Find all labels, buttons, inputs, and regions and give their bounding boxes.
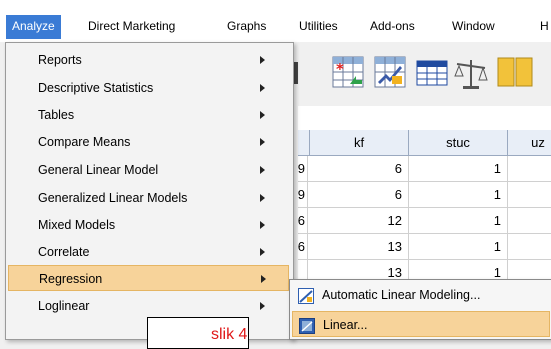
- automatic-linear-modeling-icon: [298, 287, 314, 304]
- table-row: 9 6 1: [298, 156, 551, 182]
- menu-bar: Analyze Direct Marketing Graphs Utilitie…: [0, 0, 551, 42]
- table-cell[interactable]: 1: [409, 182, 508, 207]
- insert-variable-icon[interactable]: *: [330, 54, 366, 90]
- menu-graphs[interactable]: Graphs: [227, 19, 266, 33]
- grid-header-stub: [298, 130, 310, 155]
- submenu-arrow-icon: [260, 166, 265, 174]
- grid-header-row: kf stuc uz: [298, 130, 551, 156]
- linear-regression-icon: [299, 317, 315, 334]
- table-cell[interactable]: [508, 234, 551, 259]
- menu-item-tables[interactable]: Tables: [8, 102, 289, 128]
- menu-item-label: Descriptive Statistics: [38, 81, 154, 95]
- menu-item-label: Generalized Linear Models: [38, 191, 188, 205]
- menu-item-label: Correlate: [38, 245, 90, 259]
- select-cases-icon[interactable]: [372, 54, 408, 90]
- menu-item-descriptive-statistics[interactable]: Descriptive Statistics: [8, 75, 289, 101]
- column-header-stuc[interactable]: stuc: [409, 130, 508, 155]
- analyze-menu: Reports Descriptive Statistics Tables Co…: [5, 42, 294, 340]
- column-header-uz[interactable]: uz: [508, 130, 551, 155]
- menu-item-label: Tables: [38, 108, 75, 122]
- table-cell[interactable]: 6: [310, 156, 409, 181]
- menu-analyze[interactable]: Analyze: [6, 15, 61, 39]
- menu-item-general-linear-model[interactable]: General Linear Model: [8, 157, 289, 183]
- table-cell[interactable]: 1: [409, 208, 508, 233]
- submenu-arrow-icon: [260, 138, 265, 146]
- submenu-arrow-icon: [260, 84, 265, 92]
- menu-item-loglinear[interactable]: Loglinear: [8, 293, 289, 319]
- table-cell[interactable]: 1: [409, 234, 508, 259]
- table-row: 6 13 1: [298, 234, 551, 260]
- menu-item-correlate[interactable]: Correlate: [8, 239, 289, 265]
- table-cell[interactable]: 6: [296, 208, 308, 233]
- column-header-kf[interactable]: kf: [310, 130, 409, 155]
- submenu-arrow-icon: [260, 194, 265, 202]
- table-cell[interactable]: 6: [296, 234, 308, 259]
- submenu-arrow-icon: [261, 275, 266, 283]
- menu-utilities[interactable]: Utilities: [299, 19, 338, 33]
- spreadsheet-icon[interactable]: [416, 58, 448, 88]
- menu-item-label: Regression: [39, 272, 103, 286]
- menu-item-label: Automatic Linear Modeling...: [322, 288, 481, 302]
- annotation-text: slik 4: [211, 326, 248, 343]
- submenu-arrow-icon: [260, 248, 265, 256]
- table-cell[interactable]: 6: [310, 182, 409, 207]
- menu-direct-marketing[interactable]: Direct Marketing: [88, 19, 175, 33]
- table-cell[interactable]: 1: [409, 156, 508, 181]
- svg-text:*: *: [336, 60, 344, 78]
- menu-item-regression[interactable]: Regression: [8, 265, 289, 291]
- menu-window[interactable]: Window: [452, 19, 495, 33]
- menu-item-label: General Linear Model: [38, 163, 159, 177]
- menu-item-generalized-linear-models[interactable]: Generalized Linear Models: [8, 185, 289, 211]
- table-cell[interactable]: 9: [296, 182, 308, 207]
- submenu-arrow-icon: [260, 221, 265, 229]
- submenu-arrow-icon: [260, 56, 265, 64]
- menu-item-label: Reports: [38, 53, 82, 67]
- table-cell[interactable]: [508, 156, 551, 181]
- toolbar: *: [292, 44, 551, 106]
- menu-item-label: Mixed Models: [38, 218, 116, 232]
- submenu-arrow-icon: [260, 111, 265, 119]
- table-cell[interactable]: 9: [296, 156, 308, 181]
- submenu-arrow-icon: [260, 302, 265, 310]
- annotation-box: slik 4: [147, 317, 249, 349]
- split-file-icon[interactable]: [494, 54, 534, 90]
- menu-item-reports[interactable]: Reports: [8, 47, 289, 73]
- menu-item-compare-means[interactable]: Compare Means: [8, 129, 289, 155]
- table-cell[interactable]: 12: [310, 208, 409, 233]
- weight-cases-icon[interactable]: [453, 56, 489, 92]
- menu-item-label: Compare Means: [38, 135, 131, 149]
- table-row: 6 12 1: [298, 208, 551, 234]
- menu-item-linear[interactable]: Linear...: [292, 311, 550, 337]
- menu-item-label: Linear...: [323, 318, 368, 332]
- menu-item-mixed-models[interactable]: Mixed Models: [8, 212, 289, 238]
- table-cell[interactable]: 13: [310, 234, 409, 259]
- table-row: 9 6 1: [298, 182, 551, 208]
- regression-submenu: Automatic Linear Modeling... Linear...: [289, 279, 551, 340]
- table-cell[interactable]: [508, 182, 551, 207]
- table-cell[interactable]: [508, 208, 551, 233]
- menu-add-ons[interactable]: Add-ons: [370, 19, 415, 33]
- menu-item-label: Loglinear: [38, 299, 90, 313]
- menu-help[interactable]: H: [540, 19, 549, 33]
- menu-item-automatic-linear-modeling[interactable]: Automatic Linear Modeling...: [292, 282, 550, 308]
